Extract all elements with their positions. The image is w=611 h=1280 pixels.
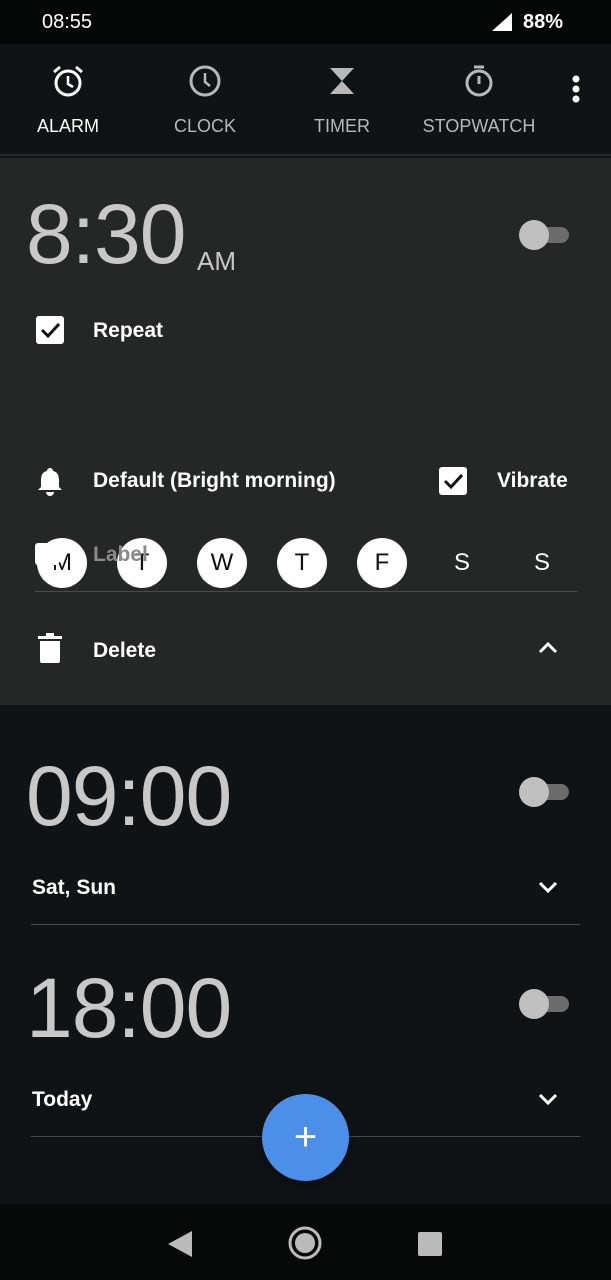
clock-icon	[189, 65, 221, 97]
alarm-toggle[interactable]	[519, 775, 569, 807]
chevron-up-icon[interactable]	[538, 640, 558, 654]
repeat-label: Repeat	[93, 319, 164, 342]
tab-label: TIMER	[314, 116, 370, 136]
status-time: 08:55	[42, 11, 93, 33]
battery-level: 88%	[523, 11, 564, 33]
tab-bar: ALARM CLOCK TIMER STOPWATCH	[0, 44, 611, 156]
signal-icon	[492, 13, 512, 31]
add-alarm-button[interactable]: +	[262, 1094, 349, 1181]
status-bar: 08:55 88%	[0, 0, 611, 44]
tab-clock[interactable]: CLOCK	[140, 44, 270, 156]
home-icon[interactable]	[288, 1226, 322, 1260]
day-thursday[interactable]: T	[277, 538, 327, 588]
hourglass-icon	[330, 68, 354, 94]
ringtone-selector[interactable]: Default (Bright morning)	[93, 469, 336, 493]
alarm-days-summary: Today	[32, 1088, 93, 1111]
tab-label: ALARM	[36, 116, 99, 136]
chevron-down-icon[interactable]	[538, 881, 558, 895]
alarm-time[interactable]: 8:30	[26, 186, 186, 283]
alarm-toggle[interactable]	[519, 218, 569, 250]
vibrate-label: Vibrate	[497, 469, 568, 492]
back-icon[interactable]	[168, 1231, 192, 1257]
alarm-card[interactable]: 09:00 Sat, Sun	[0, 705, 611, 925]
tab-timer[interactable]: TIMER	[277, 44, 407, 156]
repeat-checkbox[interactable]	[36, 316, 64, 344]
alarm-ampm: AM	[197, 246, 236, 276]
vibrate-checkbox[interactable]	[439, 467, 467, 495]
day-saturday[interactable]: S	[437, 538, 487, 588]
alarm-time[interactable]: 09:00	[26, 748, 232, 845]
tab-stopwatch[interactable]: STOPWATCH	[414, 44, 544, 156]
tab-label: CLOCK	[173, 116, 236, 136]
trash-icon	[38, 633, 62, 663]
tab-alarm[interactable]: ALARM	[3, 44, 133, 156]
more-options-icon[interactable]	[570, 74, 582, 104]
navigation-bar	[0, 1204, 611, 1280]
check-icon	[40, 322, 61, 339]
chevron-down-icon[interactable]	[538, 1093, 558, 1107]
day-sunday[interactable]: S	[517, 538, 567, 588]
bell-icon	[38, 468, 62, 496]
delete-button[interactable]: Delete	[93, 639, 156, 663]
stopwatch-icon	[465, 65, 493, 97]
day-friday[interactable]: F	[357, 538, 407, 588]
alarm-time[interactable]: 18:00	[26, 960, 232, 1057]
label-input[interactable]: Label	[93, 543, 148, 567]
plus-icon: +	[293, 1115, 318, 1159]
recents-icon[interactable]	[418, 1232, 442, 1256]
alarm-card-expanded: 8:30 AM Repeat M T W T F S S Default (Br…	[0, 158, 611, 705]
check-icon	[443, 473, 464, 490]
tab-label: STOPWATCH	[422, 116, 536, 136]
alarm-icon	[53, 65, 83, 97]
label-tag-icon	[35, 543, 67, 565]
day-wednesday[interactable]: W	[197, 538, 247, 588]
divider	[35, 591, 577, 592]
alarm-days-summary: Sat, Sun	[32, 876, 117, 899]
alarm-toggle[interactable]	[519, 987, 569, 1019]
